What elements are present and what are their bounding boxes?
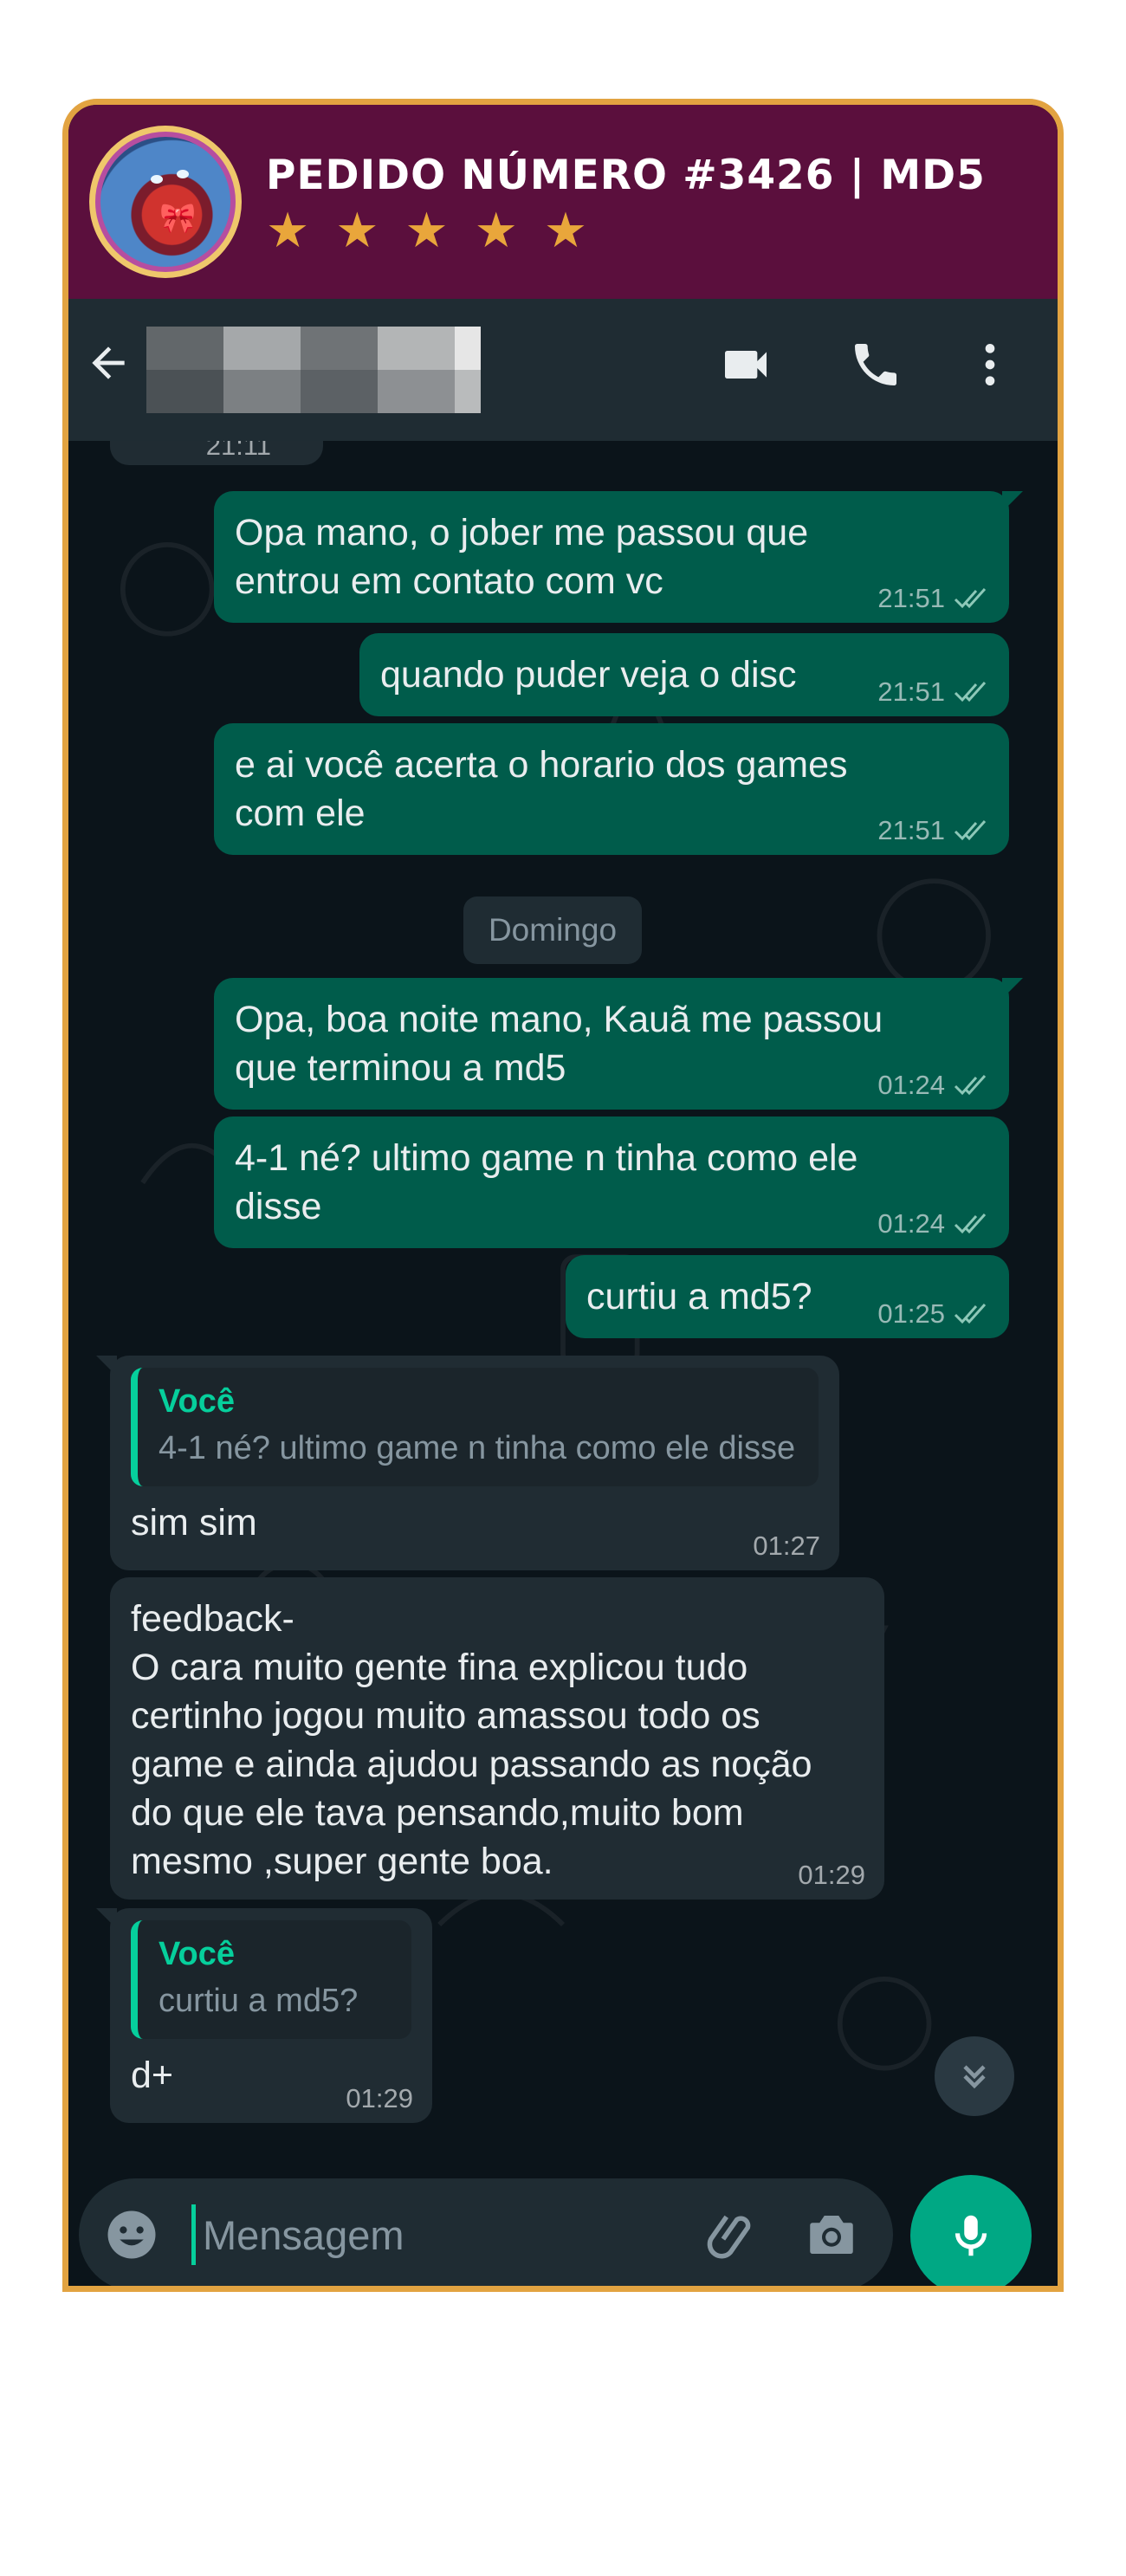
scroll-to-bottom-button[interactable] [935, 2036, 1014, 2116]
message-time: 01:24 [877, 1208, 945, 1239]
message-time: 21:51 [877, 676, 945, 707]
order-feedback-card: 🎀 PEDIDO NÚMERO #3426 | MD5 ★ ★ ★ ★ ★ 21… [62, 99, 1064, 2292]
double-chevron-down-icon [963, 2065, 986, 2089]
outgoing-message-bubble[interactable]: Opa mano, o jober me passou que entrou e… [214, 491, 1023, 623]
outgoing-message-bubble[interactable]: 4-1 né? ultimo game n tinha como ele dis… [214, 1116, 1009, 1248]
incoming-message-bubble[interactable]: Você curtiu a md5? d+ 01:29 [96, 1908, 432, 2123]
chat-messages-area[interactable]: 21:11 Opa mano, o jober me passou que en… [68, 441, 1058, 2286]
brand-logo: 🎀 [89, 126, 242, 278]
read-receipt-icon [954, 1303, 987, 1324]
back-arrow-icon[interactable] [84, 339, 133, 387]
chat-app-bar [68, 299, 1058, 441]
message-time: 21:51 [877, 815, 945, 845]
redacted-contact-name[interactable] [146, 327, 481, 413]
more-options-icon[interactable] [962, 337, 1018, 392]
quote-author: Você [159, 1936, 236, 1972]
emoji-icon[interactable] [103, 2206, 160, 2263]
message-time: 21:51 [877, 583, 945, 613]
read-receipt-icon [954, 587, 987, 609]
message-text: sim sim [131, 1502, 257, 1544]
star-icon: ★ [335, 203, 379, 259]
read-receipt-icon [954, 681, 987, 702]
message-text: feedback- O cara muito gente fina explic… [131, 1598, 812, 1882]
voice-message-button[interactable] [910, 2175, 1032, 2286]
video-call-icon[interactable] [718, 337, 773, 392]
message-text: 4-1 né? ultimo game n tinha como ele dis… [235, 1137, 858, 1227]
date-divider: Domingo [463, 896, 642, 964]
quote-text: curtiu a md5? [159, 1983, 359, 2019]
star-icon: ★ [474, 203, 518, 259]
message-text: e ai você acerta o horario dos games com… [235, 744, 848, 834]
mic-icon [955, 2215, 987, 2256]
outgoing-message-bubble[interactable]: e ai você acerta o horario dos games com… [214, 723, 1009, 855]
star-icon: ★ [543, 203, 588, 259]
attach-icon[interactable] [706, 2206, 763, 2263]
star-icon: ★ [266, 203, 310, 259]
read-receipt-icon [954, 1213, 987, 1234]
camera-icon[interactable] [803, 2206, 860, 2263]
quote-author: Você [159, 1383, 236, 1420]
outgoing-message-bubble[interactable]: curtiu a md5? 01:25 [566, 1255, 1009, 1338]
message-time: 01:25 [877, 1298, 945, 1329]
read-receipt-icon [954, 1074, 987, 1096]
incoming-message-bubble[interactable]: Você 4-1 né? ultimo game n tinha como el… [96, 1356, 839, 1570]
message-time: 01:29 [798, 1860, 865, 1890]
message-text: Opa mano, o jober me passou que entrou e… [235, 512, 809, 602]
message-composer [79, 2178, 893, 2286]
outgoing-message-bubble[interactable]: quando puder veja o disc 21:51 [359, 633, 1009, 716]
message-input[interactable] [191, 2204, 676, 2265]
quote-text: 4-1 né? ultimo game n tinha como ele dis… [159, 1430, 796, 1466]
order-title: PEDIDO NÚMERO #3426 | MD5 [266, 152, 986, 199]
partial-message-bubble[interactable]: 21:11 [110, 441, 323, 465]
incoming-message-bubble[interactable]: feedback- O cara muito gente fina explic… [110, 1577, 884, 1900]
message-time: 01:24 [877, 1070, 945, 1100]
read-receipt-icon [954, 819, 987, 841]
order-banner: 🎀 PEDIDO NÚMERO #3426 | MD5 ★ ★ ★ ★ ★ [68, 105, 1058, 299]
message-text: Opa, boa noite mano, Kauã me passou que … [235, 999, 883, 1089]
star-icon: ★ [404, 203, 449, 259]
message-time: 01:27 [753, 1531, 820, 1561]
message-time: 01:29 [346, 2083, 413, 2113]
voice-call-icon[interactable] [848, 337, 903, 392]
rating-stars: ★ ★ ★ ★ ★ [266, 207, 587, 256]
outgoing-message-bubble[interactable]: Opa, boa noite mano, Kauã me passou que … [214, 978, 1023, 1110]
quoted-message[interactable]: Você 4-1 né? ultimo game n tinha como el… [131, 1368, 819, 1486]
quoted-message[interactable]: Você curtiu a md5? [131, 1920, 411, 2039]
message-time: 21:11 [205, 441, 271, 461]
